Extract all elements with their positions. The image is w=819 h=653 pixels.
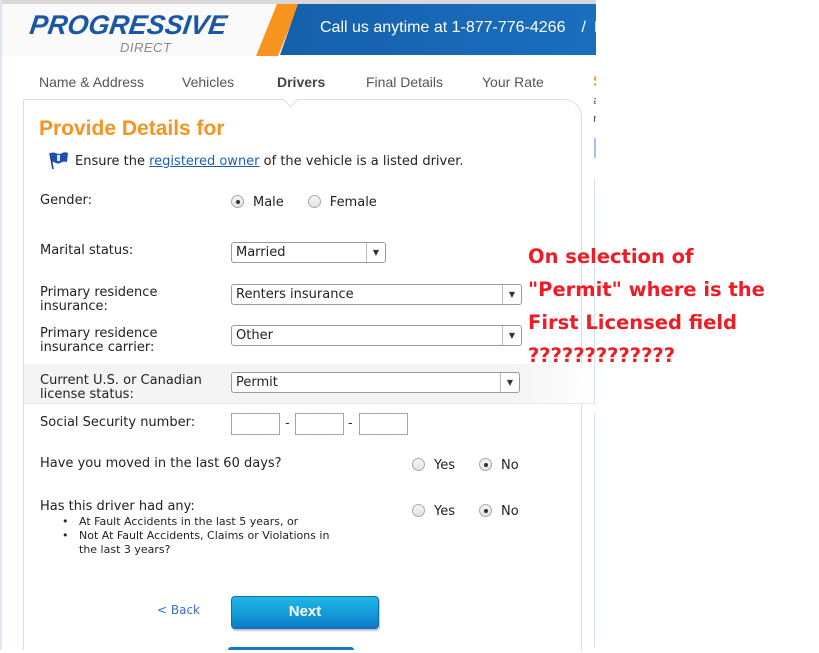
license-status-select[interactable]: Permit ▼: [231, 372, 520, 393]
residence-carrier-label-line2: insurance carrier:: [40, 340, 155, 355]
back-button[interactable]: < Back: [157, 603, 200, 617]
marital-status-select[interactable]: Married ▼: [231, 242, 386, 263]
moved-no-radio[interactable]: [479, 458, 492, 471]
ssn-separator: -: [348, 416, 353, 431]
license-status-value: Permit: [236, 375, 278, 390]
residence-carrier-value: Other: [236, 328, 273, 343]
gender-male-radio[interactable]: [231, 195, 244, 208]
incidents-bullet-2-line2: the last 3 years?: [79, 543, 171, 556]
email-link[interactable]: E-m: [594, 19, 596, 36]
flag-icon: [49, 152, 68, 170]
moved-question-label: Have you moved in the last 60 days?: [40, 456, 282, 471]
moved-no-option[interactable]: No: [479, 458, 519, 473]
progressive-logo[interactable]: PROGRESSIVE: [28, 10, 229, 41]
incidents-yes-option[interactable]: Yes: [412, 504, 455, 519]
incidents-radio-group: Yes No: [412, 504, 519, 519]
ssn-part2-input[interactable]: [295, 413, 344, 435]
moved-yes-option[interactable]: Yes: [412, 458, 455, 473]
license-status-label-line2: license status:: [40, 387, 134, 402]
residence-insurance-label-line2: insurance:: [40, 299, 108, 314]
nav-step-your-rate[interactable]: Your Rate: [482, 74, 544, 90]
gender-male-option[interactable]: Male: [231, 195, 284, 210]
progress-nav: Name & Address Vehicles Drivers Final De…: [2, 74, 582, 94]
chevron-down-icon[interactable]: ▼: [500, 373, 519, 392]
ssn-separator: -: [285, 416, 290, 431]
contact-banner: Call us anytime at 1-877-776-4266 / E-m: [280, 4, 596, 55]
chevron-down-icon[interactable]: ▼: [366, 243, 385, 262]
ssn-label: Social Security number:: [40, 415, 196, 430]
sidebar-box-edge-2: [594, 413, 596, 648]
incidents-no-label[interactable]: No: [501, 504, 519, 519]
marital-status-label: Marital status:: [40, 243, 134, 258]
residence-insurance-label-line1: Primary residence: [40, 285, 158, 300]
incidents-no-radio[interactable]: [479, 504, 492, 517]
sidebar-text-fragment-2: r: [593, 112, 596, 125]
incidents-yes-label[interactable]: Yes: [434, 504, 455, 519]
incidents-bullet-list: At Fault Accidents in the last 5 years, …: [62, 515, 329, 557]
annotation-line-2: "Permit" where is the: [528, 278, 765, 301]
browser-page: PROGRESSIVE ® DIRECT Call us anytime at …: [0, 0, 596, 650]
chevron-down-icon[interactable]: ▼: [502, 285, 521, 304]
nav-step-vehicles[interactable]: Vehicles: [182, 74, 234, 90]
phone-text: Call us anytime at 1-877-776-4266: [320, 19, 566, 36]
page-title: Provide Details for: [39, 117, 225, 140]
incidents-bullet-2: Not At Fault Accidents, Claims or Violat…: [62, 529, 329, 557]
incidents-bullet-1: At Fault Accidents in the last 5 years, …: [62, 515, 329, 529]
license-status-label-line1: Current U.S. or Canadian: [40, 373, 202, 388]
ssn-part1-input[interactable]: [231, 413, 280, 435]
annotation-line-1: On selection of: [528, 245, 694, 268]
annotation-line-3: First Licensed field: [528, 311, 738, 334]
gender-radio-group: Male Female: [231, 195, 377, 210]
residence-insurance-select[interactable]: Renters insurance ▼: [231, 284, 522, 305]
gender-female-radio[interactable]: [307, 195, 321, 208]
incidents-bullet-2-line1: Not At Fault Accidents, Claims or Violat…: [79, 529, 330, 542]
moved-yes-label[interactable]: Yes: [434, 458, 455, 473]
gender-female-option[interactable]: Female: [307, 195, 377, 210]
info-message: Ensure the registered owner of the vehic…: [47, 150, 464, 170]
registered-owner-link[interactable]: registered owner: [149, 154, 259, 169]
sidebar-button-edge[interactable]: [594, 138, 596, 158]
license-status-label: Current U.S. or Canadian license status:: [40, 374, 202, 402]
banner-separator: /: [581, 19, 586, 36]
info-text-prefix: Ensure the: [75, 154, 150, 169]
nav-step-name-address[interactable]: Name & Address: [39, 74, 144, 90]
residence-carrier-label-line1: Primary residence: [40, 326, 158, 341]
gender-male-label[interactable]: Male: [253, 195, 284, 210]
screenshot-annotation: On selection of "Permit" where is the Fi…: [528, 240, 818, 372]
moved-no-label[interactable]: No: [501, 458, 519, 473]
chevron-down-icon[interactable]: ▼: [502, 326, 521, 345]
residence-insurance-label: Primary residence insurance:: [40, 286, 157, 314]
gender-label: Gender:: [40, 193, 93, 208]
nav-step-final-details[interactable]: Final Details: [366, 74, 443, 90]
moved-yes-radio[interactable]: [412, 458, 425, 471]
next-button[interactable]: Next: [231, 596, 379, 629]
gender-female-label[interactable]: Female: [330, 195, 377, 210]
annotation-line-4: ?????????????: [528, 344, 676, 367]
logo-subtitle: DIRECT: [120, 40, 172, 55]
sidebar-text-fragment-1: a: [593, 94, 596, 107]
sidebar-heading-fragment: S: [593, 74, 596, 90]
marital-status-value: Married: [236, 245, 286, 260]
residence-carrier-label: Primary residence insurance carrier:: [40, 327, 157, 355]
incidents-yes-radio[interactable]: [412, 504, 425, 517]
registered-mark: ®: [220, 15, 225, 21]
info-text-suffix: of the vehicle is a listed driver.: [259, 154, 464, 169]
incidents-question-label: Has this driver had any:: [40, 499, 195, 514]
residence-carrier-select[interactable]: Other ▼: [231, 325, 522, 346]
residence-insurance-value: Renters insurance: [236, 287, 354, 302]
nav-step-drivers[interactable]: Drivers: [277, 74, 325, 90]
moved-radio-group: Yes No: [412, 458, 519, 473]
ssn-part3-input[interactable]: [359, 413, 408, 435]
incidents-no-option[interactable]: No: [479, 504, 519, 519]
